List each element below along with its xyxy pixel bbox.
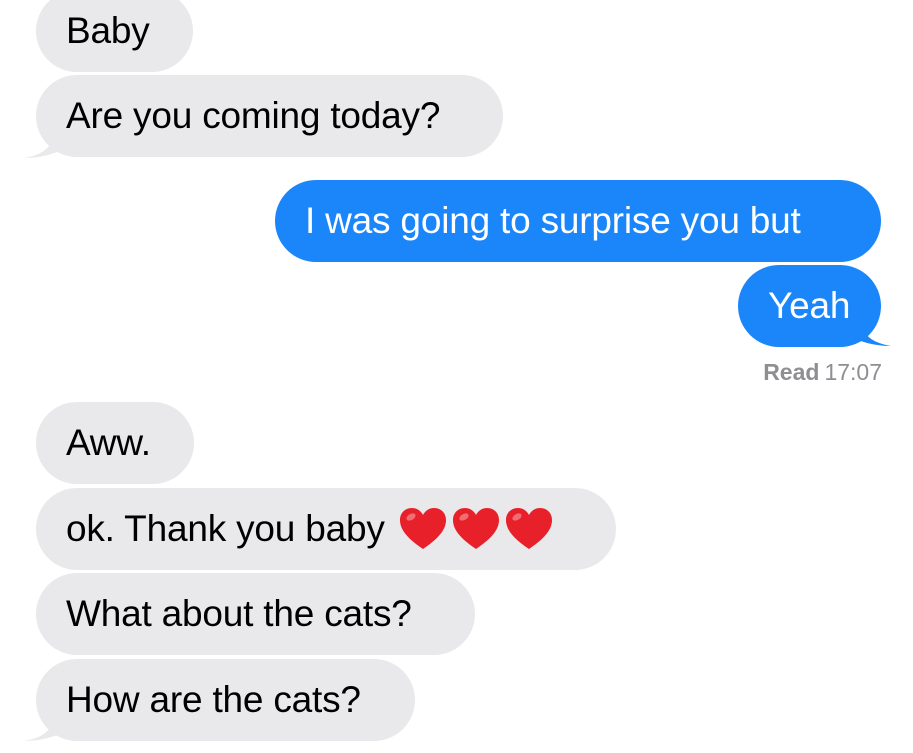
- incoming-message-bubble[interactable]: What about the cats?: [36, 573, 475, 655]
- heart-icon: [505, 508, 552, 549]
- heart-icon: [452, 508, 499, 549]
- message-text: Baby: [66, 10, 150, 51]
- incoming-message-bubble[interactable]: How are the cats?: [36, 659, 415, 741]
- message-text: What about the cats?: [66, 593, 412, 634]
- outgoing-message-bubble[interactable]: I was going to surprise you but: [275, 180, 881, 262]
- outgoing-message-bubble[interactable]: Yeah: [738, 265, 881, 347]
- read-time: 17:07: [824, 359, 882, 385]
- message-text: How are the cats?: [66, 679, 361, 720]
- incoming-message-bubble[interactable]: Baby: [36, 0, 193, 72]
- heart-icon: [399, 508, 446, 549]
- incoming-message-bubble[interactable]: Aww.: [36, 402, 194, 484]
- read-status: Read: [763, 359, 820, 385]
- message-text: Aww.: [66, 422, 151, 463]
- message-text: I was going to surprise you but: [305, 200, 801, 241]
- message-text: Yeah: [768, 285, 851, 326]
- read-receipt: Read 17:07: [763, 359, 882, 386]
- incoming-message-bubble[interactable]: ok. Thank you baby: [36, 488, 616, 570]
- heart-emoji-group: [399, 507, 553, 551]
- message-text: Are you coming today?: [66, 95, 441, 136]
- incoming-message-bubble[interactable]: Are you coming today?: [36, 75, 503, 157]
- message-text: ok. Thank you baby: [66, 508, 385, 549]
